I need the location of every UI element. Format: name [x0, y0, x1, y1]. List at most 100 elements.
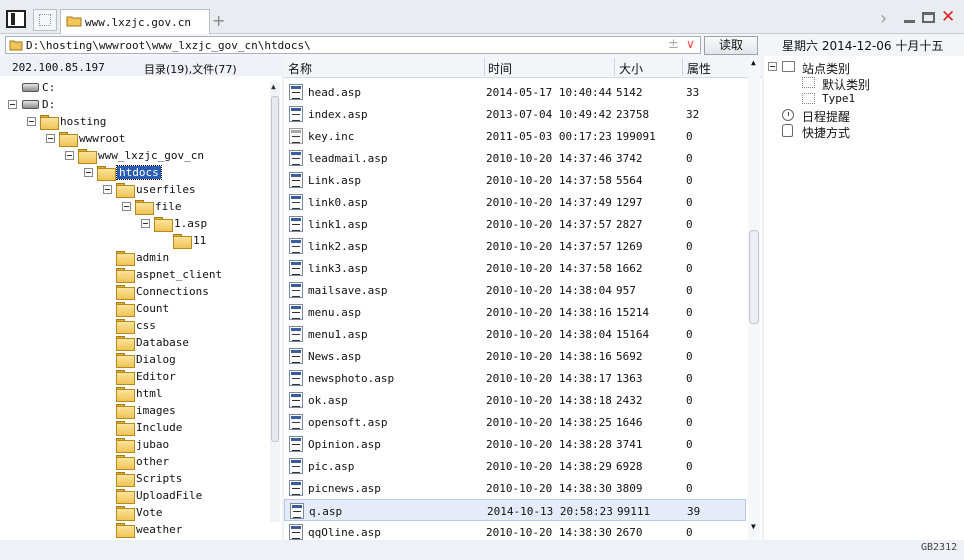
collapse-toggle-icon[interactable] [27, 117, 36, 126]
scroll-down-icon[interactable]: ▼ [751, 522, 756, 531]
panel-item[interactable]: 站点类别 [768, 59, 958, 76]
tree-node[interactable]: 1.asp [0, 216, 270, 232]
tree-node[interactable]: admin [0, 250, 270, 266]
table-row[interactable]: News.asp 2010-10-20 14:38:16 5692 0 [284, 345, 746, 367]
table-row[interactable]: link2.asp 2010-10-20 14:37:57 1269 0 [284, 235, 746, 257]
scroll-thumb[interactable] [749, 230, 759, 324]
scroll-up-icon[interactable]: ▲ [751, 58, 756, 67]
column-attr[interactable]: 属性 [687, 60, 711, 77]
tree-node[interactable]: other [0, 454, 270, 470]
collapse-toggle-icon[interactable] [103, 185, 112, 194]
tree-node[interactable]: jubao [0, 437, 270, 453]
tab-blank[interactable] [33, 9, 57, 31]
panel-item[interactable]: Type1 [768, 91, 958, 107]
table-row[interactable]: leadmail.asp 2010-10-20 14:37:46 3742 0 [284, 147, 746, 169]
add-tab-button[interactable]: + [212, 11, 225, 30]
tree-node[interactable]: www_lxzjc_gov_cn [0, 148, 270, 164]
tree-scrollbar[interactable]: ▲ [270, 82, 280, 522]
scroll-thumb[interactable] [271, 96, 279, 442]
table-row[interactable]: newsphoto.asp 2010-10-20 14:38:17 1363 0 [284, 367, 746, 389]
tree-node[interactable]: D: [0, 97, 270, 113]
collapse-toggle-icon[interactable] [65, 151, 74, 160]
tree-node[interactable]: 11 [0, 233, 270, 249]
tree-node[interactable]: htdocs [0, 165, 270, 181]
table-row[interactable]: picnews.asp 2010-10-20 14:38:30 3809 0 [284, 477, 746, 499]
cell-size: 23758 [616, 108, 650, 121]
table-row[interactable]: mailsave.asp 2010-10-20 14:38:04 957 0 [284, 279, 746, 301]
file-list-scrollbar[interactable]: ▲ ▼ [748, 56, 760, 540]
table-row[interactable]: ok.asp 2010-10-20 14:38:18 2432 0 [284, 389, 746, 411]
close-icon[interactable]: ✕ [941, 7, 955, 27]
column-size[interactable]: 大小 [619, 60, 643, 77]
tab-site[interactable]: www.lxzjc.gov.cn [60, 9, 210, 35]
table-row[interactable]: link3.asp 2010-10-20 14:37:58 1662 0 [284, 257, 746, 279]
table-row[interactable]: index.asp 2013-07-04 10:49:42 23758 32 [284, 103, 746, 125]
folder-icon [116, 455, 135, 470]
tree-node[interactable]: Count [0, 301, 270, 317]
minimize-icon[interactable] [904, 20, 915, 23]
table-row[interactable]: menu.asp 2010-10-20 14:38:16 15214 0 [284, 301, 746, 323]
tree-node[interactable]: aspnet_client [0, 267, 270, 283]
collapse-toggle-icon[interactable] [46, 134, 55, 143]
scroll-up-icon[interactable]: ▲ [271, 82, 276, 91]
tree-node[interactable]: Scripts [0, 471, 270, 487]
chevron-down-icon[interactable]: ∨ [686, 37, 695, 51]
collapse-toggle-icon[interactable] [122, 202, 131, 211]
category-item-icon [802, 93, 815, 104]
panel-item[interactable]: 日程提醒 [768, 107, 958, 124]
cell-name: link2.asp [308, 240, 368, 253]
tree-node[interactable]: UploadFile [0, 488, 270, 504]
panel-toggle-icon[interactable] [6, 10, 26, 28]
tree-node[interactable]: hosting [0, 114, 270, 130]
tree-node[interactable]: Database [0, 335, 270, 351]
tree-node[interactable]: Dialog [0, 352, 270, 368]
tree-node[interactable]: Include [0, 420, 270, 436]
tree-node[interactable]: wwwroot [0, 131, 270, 147]
chevron-right-icon[interactable]: › [880, 8, 887, 29]
table-row[interactable]: Link.asp 2010-10-20 14:37:58 5564 0 [284, 169, 746, 191]
tree-node[interactable]: userfiles [0, 182, 270, 198]
table-row[interactable]: qqOline.asp 2010-10-20 14:38:30 2670 0 [284, 521, 746, 540]
cell-size: 1297 [616, 196, 643, 209]
table-row[interactable]: Opinion.asp 2010-10-20 14:38:28 3741 0 [284, 433, 746, 455]
tree-node[interactable]: file [0, 199, 270, 215]
column-time[interactable]: 时间 [488, 60, 512, 77]
table-row[interactable]: head.asp 2014-05-17 10:40:44 5142 33 [284, 81, 746, 103]
cell-size: 3742 [616, 152, 643, 165]
plus-minus-icon[interactable]: ± [668, 37, 679, 52]
collapse-toggle-icon[interactable] [141, 219, 150, 228]
cell-time: 2010-10-20 14:37:46 [486, 152, 612, 165]
tree-node-label: UploadFile [136, 489, 203, 502]
cell-time: 2014-05-17 10:40:44 [486, 86, 612, 99]
file-icon [289, 128, 303, 144]
collapse-toggle-icon[interactable] [8, 100, 17, 109]
table-row[interactable]: opensoft.asp 2010-10-20 14:38:25 1646 0 [284, 411, 746, 433]
table-row[interactable]: q.asp 2014-10-13 20:58:23 99111 39 [284, 499, 746, 521]
table-row[interactable]: menu1.asp 2010-10-20 14:38:04 15164 0 [284, 323, 746, 345]
tree-node[interactable]: Vote [0, 505, 270, 521]
table-row[interactable]: link0.asp 2010-10-20 14:37:49 1297 0 [284, 191, 746, 213]
tab-label: www.lxzjc.gov.cn [85, 16, 191, 29]
table-row[interactable]: key.inc 2011-05-03 00:17:23 199091 0 [284, 125, 746, 147]
tree-node[interactable]: html [0, 386, 270, 402]
panel-item[interactable]: 默认类别 [768, 75, 958, 92]
tree-node-label: images [136, 404, 176, 417]
tree-node[interactable]: css [0, 318, 270, 334]
maximize-icon[interactable] [922, 12, 935, 23]
tree-node[interactable]: Connections [0, 284, 270, 300]
tree-node[interactable]: images [0, 403, 270, 419]
table-row[interactable]: pic.asp 2010-10-20 14:38:29 6928 0 [284, 455, 746, 477]
path-input[interactable]: D:\hosting\wwwroot\www_lxzjc_gov_cn\htdo… [5, 36, 701, 54]
tree-node[interactable]: C: [0, 80, 270, 96]
tree-node[interactable]: weather [0, 522, 270, 538]
tree-node-label: htdocs [116, 165, 162, 180]
collapse-toggle-icon[interactable] [768, 62, 777, 71]
tree-node[interactable]: Editor [0, 369, 270, 385]
collapse-toggle-icon[interactable] [84, 168, 93, 177]
read-button[interactable]: 读取 [704, 36, 758, 55]
column-name[interactable]: 名称 [288, 60, 312, 77]
cell-name: ok.asp [308, 394, 348, 407]
panel-item[interactable]: 快捷方式 [768, 123, 958, 140]
folder-icon [116, 285, 135, 300]
table-row[interactable]: link1.asp 2010-10-20 14:37:57 2827 0 [284, 213, 746, 235]
